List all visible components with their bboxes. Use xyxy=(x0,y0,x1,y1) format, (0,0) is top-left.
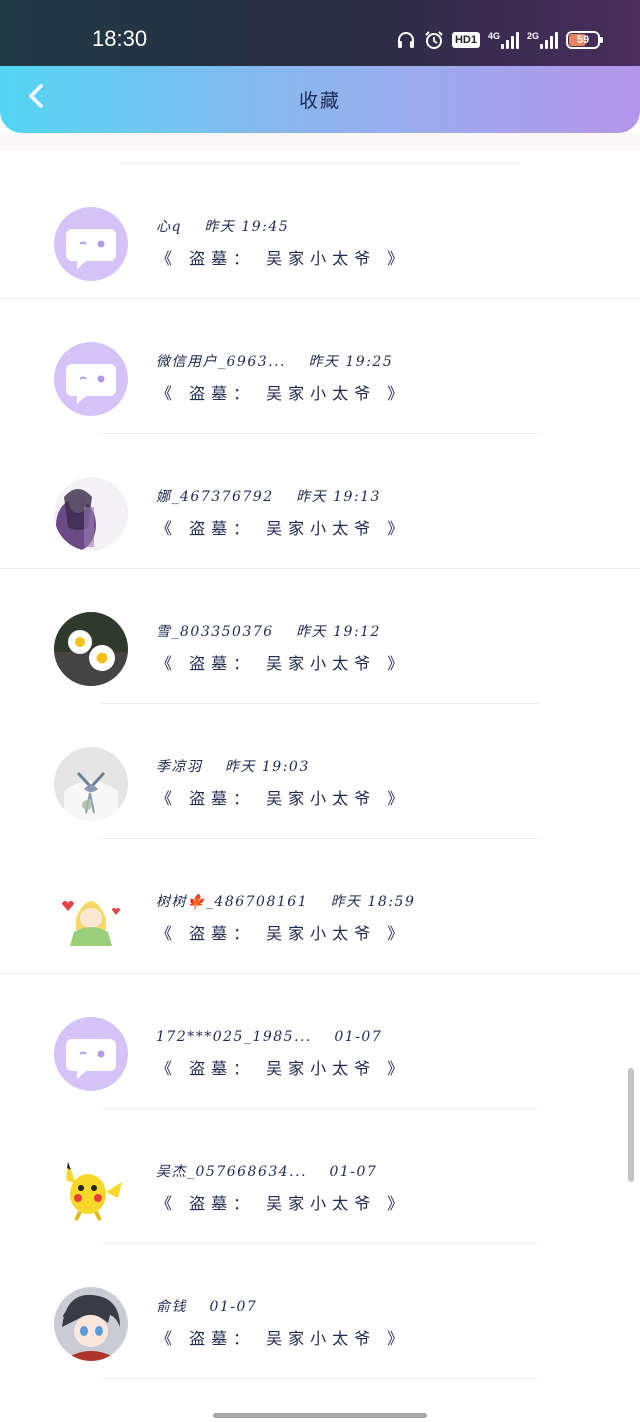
net1-label: 4G xyxy=(487,31,500,41)
status-bar: 18:30 HD1 4G 2G 59 xyxy=(0,0,640,66)
user-name: 季凉羽 xyxy=(156,759,203,775)
book-title[interactable]: 《 盗墓： 吴家小太爷 》 xyxy=(156,382,580,406)
book-title[interactable]: 《 盗墓： 吴家小太爷 》 xyxy=(156,247,580,271)
battery-icon: 59 xyxy=(566,31,603,49)
user-name: 娜_467376792 xyxy=(156,489,274,505)
list-item[interactable]: 娜_467376792 昨天 19:13 《 盗墓： 吴家小太爷 》 xyxy=(0,434,640,569)
list-item[interactable]: 雪_803350376 昨天 19:12 《 盗墓： 吴家小太爷 》 xyxy=(0,569,640,704)
avatar[interactable] xyxy=(54,1152,128,1226)
meta-line: 吴杰_057668634... 01-07 xyxy=(156,1161,580,1183)
item-time: 01-07 xyxy=(334,1029,383,1045)
list-item[interactable]: 季凉羽 昨天 19:03 《 盗墓： 吴家小太爷 》 xyxy=(0,704,640,839)
item-text: 俞钱 01-07 《 盗墓： 吴家小太爷 》 xyxy=(156,1296,580,1351)
status-icons: HD1 4G 2G 59 xyxy=(396,29,603,51)
hd-icon: HD1 xyxy=(451,32,480,48)
meta-line: 季凉羽 昨天 19:03 xyxy=(156,756,580,778)
item-time: 昨天 19:03 xyxy=(224,759,310,775)
book-title[interactable]: 《 盗墓： 吴家小太爷 》 xyxy=(156,1327,580,1351)
user-name: 172***025_1985... xyxy=(156,1029,312,1045)
item-time: 昨天 19:13 xyxy=(296,489,381,505)
book-title[interactable]: 《 盗墓： 吴家小太爷 》 xyxy=(156,652,580,676)
book-title[interactable]: 《 盗墓： 吴家小太爷 》 xyxy=(156,922,580,946)
favorites-list: 心q 昨天 19:45 《 盗墓： 吴家小太爷 》 微信用户_6963... 昨… xyxy=(0,164,640,1379)
avatar[interactable] xyxy=(54,882,128,956)
user-name: 雪_803350376 xyxy=(156,624,274,640)
item-text: 微信用户_6963... 昨天 19:25 《 盗墓： 吴家小太爷 》 xyxy=(156,351,580,406)
book-title[interactable]: 《 盗墓： 吴家小太爷 》 xyxy=(156,517,580,541)
user-name: 心q xyxy=(156,219,182,235)
headphones-icon xyxy=(396,31,416,49)
signal-4g-icon: 4G xyxy=(488,31,519,49)
avatar[interactable] xyxy=(54,612,128,686)
meta-line: 心q 昨天 19:45 xyxy=(156,216,580,238)
page-title: 收藏 xyxy=(298,90,341,112)
item-time: 01-07 xyxy=(209,1299,258,1315)
item-text: 吴杰_057668634... 01-07 《 盗墓： 吴家小太爷 》 xyxy=(156,1161,580,1216)
user-name: 吴杰_057668634... xyxy=(156,1164,308,1180)
item-text: 娜_467376792 昨天 19:13 《 盗墓： 吴家小太爷 》 xyxy=(156,486,580,541)
item-text: 心q 昨天 19:45 《 盗墓： 吴家小太爷 》 xyxy=(156,216,580,271)
item-time: 01-07 xyxy=(329,1164,378,1180)
item-text: 季凉羽 昨天 19:03 《 盗墓： 吴家小太爷 》 xyxy=(156,756,580,811)
status-time: 18:30 xyxy=(92,26,148,51)
item-divider xyxy=(100,1378,540,1379)
avatar[interactable] xyxy=(54,1287,128,1361)
avatar[interactable] xyxy=(54,1017,128,1091)
list-item[interactable]: 俞钱 01-07 《 盗墓： 吴家小太爷 》 xyxy=(0,1244,640,1379)
item-time: 昨天 19:25 xyxy=(308,354,394,370)
alarm-icon xyxy=(424,30,444,50)
user-name: 俞钱 xyxy=(156,1299,187,1315)
list-item[interactable]: 172***025_1985... 01-07 《 盗墓： 吴家小太爷 》 xyxy=(0,974,640,1109)
list-item[interactable]: 吴杰_057668634... 01-07 《 盗墓： 吴家小太爷 》 xyxy=(0,1109,640,1244)
avatar[interactable] xyxy=(54,207,128,281)
user-name: 树树🍁_486708161 xyxy=(156,894,309,910)
item-text: 172***025_1985... 01-07 《 盗墓： 吴家小太爷 》 xyxy=(156,1026,580,1081)
meta-line: 微信用户_6963... 昨天 19:25 xyxy=(156,351,580,373)
list-item[interactable]: 心q 昨天 19:45 《 盗墓： 吴家小太爷 》 xyxy=(0,164,640,299)
meta-line: 俞钱 01-07 xyxy=(156,1296,580,1318)
signal-2g-icon: 2G xyxy=(527,31,558,49)
user-name: 微信用户_6963... xyxy=(156,354,286,370)
item-text: 雪_803350376 昨天 19:12 《 盗墓： 吴家小太爷 》 xyxy=(156,621,580,676)
book-title[interactable]: 《 盗墓： 吴家小太爷 》 xyxy=(156,787,580,811)
item-time: 昨天 19:12 xyxy=(296,624,381,640)
avatar[interactable] xyxy=(54,477,128,551)
book-title[interactable]: 《 盗墓： 吴家小太爷 》 xyxy=(156,1057,580,1081)
net2-label: 2G xyxy=(526,31,539,41)
avatar[interactable] xyxy=(54,747,128,821)
meta-line: 娜_467376792 昨天 19:13 xyxy=(156,486,580,508)
home-indicator[interactable] xyxy=(213,1413,427,1418)
list-item[interactable]: 树树🍁_486708161 昨天 18:59 《 盗墓： 吴家小太爷 》 xyxy=(0,839,640,974)
item-time: 昨天 18:59 xyxy=(330,894,416,910)
app-header: 收藏 xyxy=(0,66,640,133)
battery-level: 59 xyxy=(576,34,590,46)
meta-line: 172***025_1985... 01-07 xyxy=(156,1026,580,1048)
item-time: 昨天 19:45 xyxy=(204,219,290,235)
item-text: 树树🍁_486708161 昨天 18:59 《 盗墓： 吴家小太爷 》 xyxy=(156,891,580,946)
list-item[interactable]: 微信用户_6963... 昨天 19:25 《 盗墓： 吴家小太爷 》 xyxy=(0,299,640,434)
book-title[interactable]: 《 盗墓： 吴家小太爷 》 xyxy=(156,1192,580,1216)
meta-line: 树树🍁_486708161 昨天 18:59 xyxy=(156,891,580,913)
meta-line: 雪_803350376 昨天 19:12 xyxy=(156,621,580,643)
top-band xyxy=(0,133,640,151)
scrollbar[interactable] xyxy=(628,1068,634,1182)
avatar[interactable] xyxy=(54,342,128,416)
